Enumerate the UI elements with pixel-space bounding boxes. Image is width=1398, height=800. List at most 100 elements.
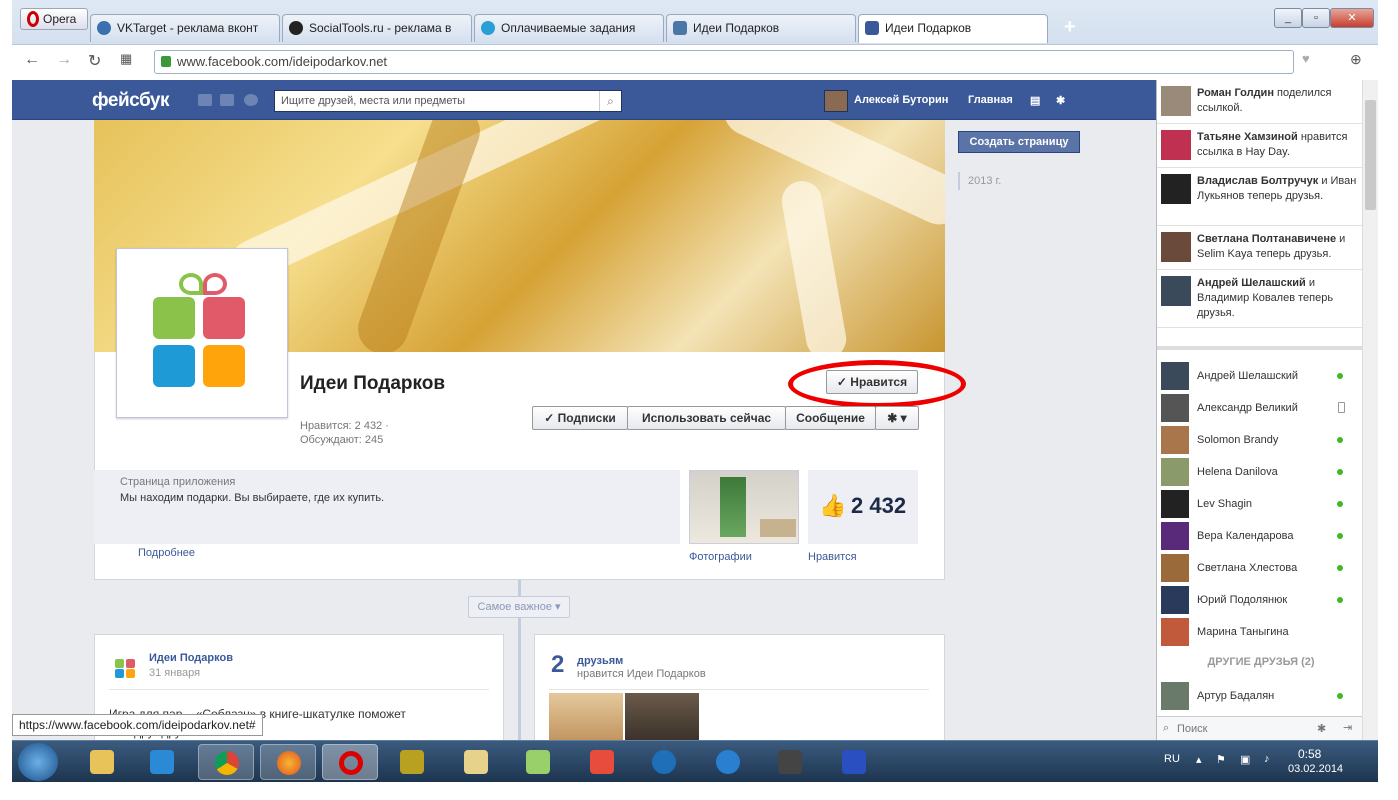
photos-thumbnail[interactable] (689, 470, 799, 544)
ticker-item[interactable]: Татьяне Хамзиной нравится ссылка в Hay D… (1157, 124, 1365, 168)
talking-about-stat: Обсуждают: 245 (300, 434, 384, 446)
address-bar[interactable]: www.facebook.com/ideipodarkov.net (154, 50, 1294, 74)
friend-photo[interactable] (625, 693, 699, 740)
chat-contact[interactable]: Helena Danilova (1157, 456, 1357, 488)
page-profile-picture[interactable] (116, 248, 288, 418)
create-page-button[interactable]: Создать страницу (958, 131, 1080, 153)
likes-box[interactable]: 👍 2 432 (808, 470, 918, 544)
taskbar-app-image[interactable] (448, 744, 504, 780)
tab-socialtools[interactable]: SocialTools.ru - реклама в (282, 14, 472, 42)
taskbar-firefox[interactable] (260, 744, 316, 780)
ticker-item[interactable]: Роман Голдин поделился ссылкой. (1157, 80, 1365, 124)
profile-link[interactable]: Алексей Буторин (854, 94, 948, 106)
message-button[interactable]: Сообщение (785, 406, 876, 430)
close-button[interactable]: ✕ (1330, 8, 1374, 28)
vk-icon (673, 21, 687, 35)
scrollbar-thumb[interactable] (1365, 100, 1376, 210)
subscriptions-button[interactable]: ✓ Подписки (532, 406, 628, 430)
chat-contact[interactable]: Марина Таныгина (1157, 616, 1357, 648)
home-link[interactable]: Главная (968, 94, 1013, 106)
highlights-dropdown[interactable]: Самое важное ▾ (468, 596, 570, 618)
forward-arrow-icon[interactable]: → (56, 51, 72, 69)
tab-paid-tasks[interactable]: Оплачиваемые задания (474, 14, 664, 42)
network-icon[interactable]: ▣ (1240, 753, 1250, 766)
ticker-item[interactable]: Владислав Болтручук и Иван Лукьянов тепе… (1157, 168, 1365, 226)
chat-contact[interactable]: Solomon Brandy (1157, 424, 1357, 456)
taskbar-app-editor[interactable] (510, 744, 566, 780)
new-tab-plus-icon[interactable]: + (1064, 16, 1076, 39)
more-info-link[interactable]: Подробнее (138, 547, 195, 559)
back-arrow-icon[interactable]: ← (24, 51, 40, 69)
page-scrollbar[interactable] (1362, 80, 1378, 740)
settings-gear-icon[interactable]: ✱ (1056, 94, 1065, 107)
chat-contact[interactable]: Андрей Шелашский (1157, 360, 1357, 392)
chat-contact[interactable]: Lev Shagin (1157, 488, 1357, 520)
clock-date[interactable]: 03.02.2014 (1288, 763, 1343, 775)
page-settings-dropdown[interactable]: ✱ ▾ (875, 406, 919, 430)
likes-link[interactable]: Нравится (808, 551, 857, 563)
start-button[interactable] (18, 743, 58, 781)
messages-icon[interactable] (220, 94, 234, 106)
friend-requests-icon[interactable] (198, 94, 212, 106)
about-box: Страница приложения Мы находим подарки. … (94, 470, 680, 544)
taskbar-media-player[interactable] (134, 744, 190, 780)
clock-time[interactable]: 0:58 (1298, 747, 1321, 761)
opera-menu-button[interactable]: Opera (20, 8, 88, 30)
tab-facebook-gift-ideas[interactable]: Идеи Подарков (858, 14, 1048, 43)
chat-search-input[interactable]: Поиск (1177, 723, 1207, 735)
photos-link[interactable]: Фотографии (689, 551, 752, 563)
post-author-avatar[interactable] (115, 655, 137, 678)
chat-contact[interactable]: Светлана Хлестова (1157, 552, 1357, 584)
chat-contact[interactable]: Артур Бадалян (1157, 680, 1357, 712)
chat-contact[interactable]: Александр Великий (1157, 392, 1357, 424)
download-icon[interactable]: ⊕ (1350, 51, 1362, 68)
facebook-logo[interactable]: фейсбук (92, 90, 170, 112)
search-icon[interactable]: ⌕ (599, 91, 621, 111)
speed-dial-icon[interactable]: ▦ (120, 51, 132, 67)
action-center-flag-icon[interactable]: ⚑ (1216, 753, 1226, 766)
volume-icon[interactable]: ♪ (1264, 753, 1270, 765)
minimize-button[interactable]: _ (1274, 8, 1302, 28)
page-title[interactable]: Идеи Подарков (300, 372, 460, 395)
timeline-year-2013[interactable]: 2013 г. (958, 172, 1001, 190)
friends-title[interactable]: друзьям (577, 655, 623, 667)
chat-contact[interactable]: Вера Календарова (1157, 520, 1357, 552)
image-viewer-icon (464, 750, 488, 774)
taskbar-app-save[interactable] (826, 744, 882, 780)
taskbar-app-power[interactable] (574, 744, 630, 780)
user-avatar[interactable] (824, 90, 848, 112)
post-author[interactable]: Идеи Подарков (149, 652, 233, 664)
taskbar-steam[interactable] (762, 744, 818, 780)
reload-icon[interactable]: ↻ (88, 51, 101, 71)
taskbar-explorer[interactable] (74, 744, 130, 780)
facebook-bluebar: фейсбук Ищите друзей, места или предметы… (12, 80, 1156, 120)
chat-contact[interactable]: Юрий Подолянюк (1157, 584, 1357, 616)
heart-icon[interactable]: ♥ (1302, 51, 1310, 66)
taskbar-app-archive[interactable] (384, 744, 440, 780)
ticker-item[interactable]: Светлана Полтанавичене и Selim Kaya тепе… (1157, 226, 1365, 270)
language-indicator[interactable]: RU (1164, 753, 1180, 765)
app-page-label: Страница приложения (120, 476, 236, 488)
online-dot-icon (1337, 469, 1343, 475)
chat-settings-icon[interactable]: ✱ (1317, 722, 1326, 735)
tray-expand-icon[interactable]: ▴ (1196, 753, 1202, 766)
taskbar-opera[interactable] (322, 744, 378, 780)
post-date[interactable]: 31 января (149, 667, 200, 679)
taskbar-chrome[interactable] (198, 744, 254, 780)
search-input[interactable]: Ищите друзей, места или предметы ⌕ (274, 90, 622, 112)
friend-photo[interactable] (549, 693, 623, 740)
tab-vktarget[interactable]: VKTarget - реклама вконт (90, 14, 280, 42)
tab-vk-gift-ideas[interactable]: Идеи Подарков (666, 14, 856, 42)
chat-popout-icon[interactable]: ⇥ (1343, 721, 1352, 734)
maximize-button[interactable]: ▫ (1302, 8, 1330, 28)
avatar (1161, 86, 1191, 116)
taskbar-app-shutdown[interactable] (636, 744, 692, 780)
use-now-button[interactable]: Использовать сейчас (627, 406, 786, 430)
ticker-item[interactable]: Андрей Шелашский и Владимир Ковалев тепе… (1157, 270, 1365, 328)
taskbar-app-sync[interactable] (700, 744, 756, 780)
notifications-globe-icon[interactable] (244, 94, 258, 106)
likes-stat: Нравится: 2 432 · (300, 420, 389, 432)
chrome-icon (215, 751, 239, 775)
privacy-shortcuts-icon[interactable]: ▤ (1030, 94, 1040, 107)
chat-search-bar[interactable]: ⌕ Поиск ✱ ⇥ (1157, 716, 1365, 740)
